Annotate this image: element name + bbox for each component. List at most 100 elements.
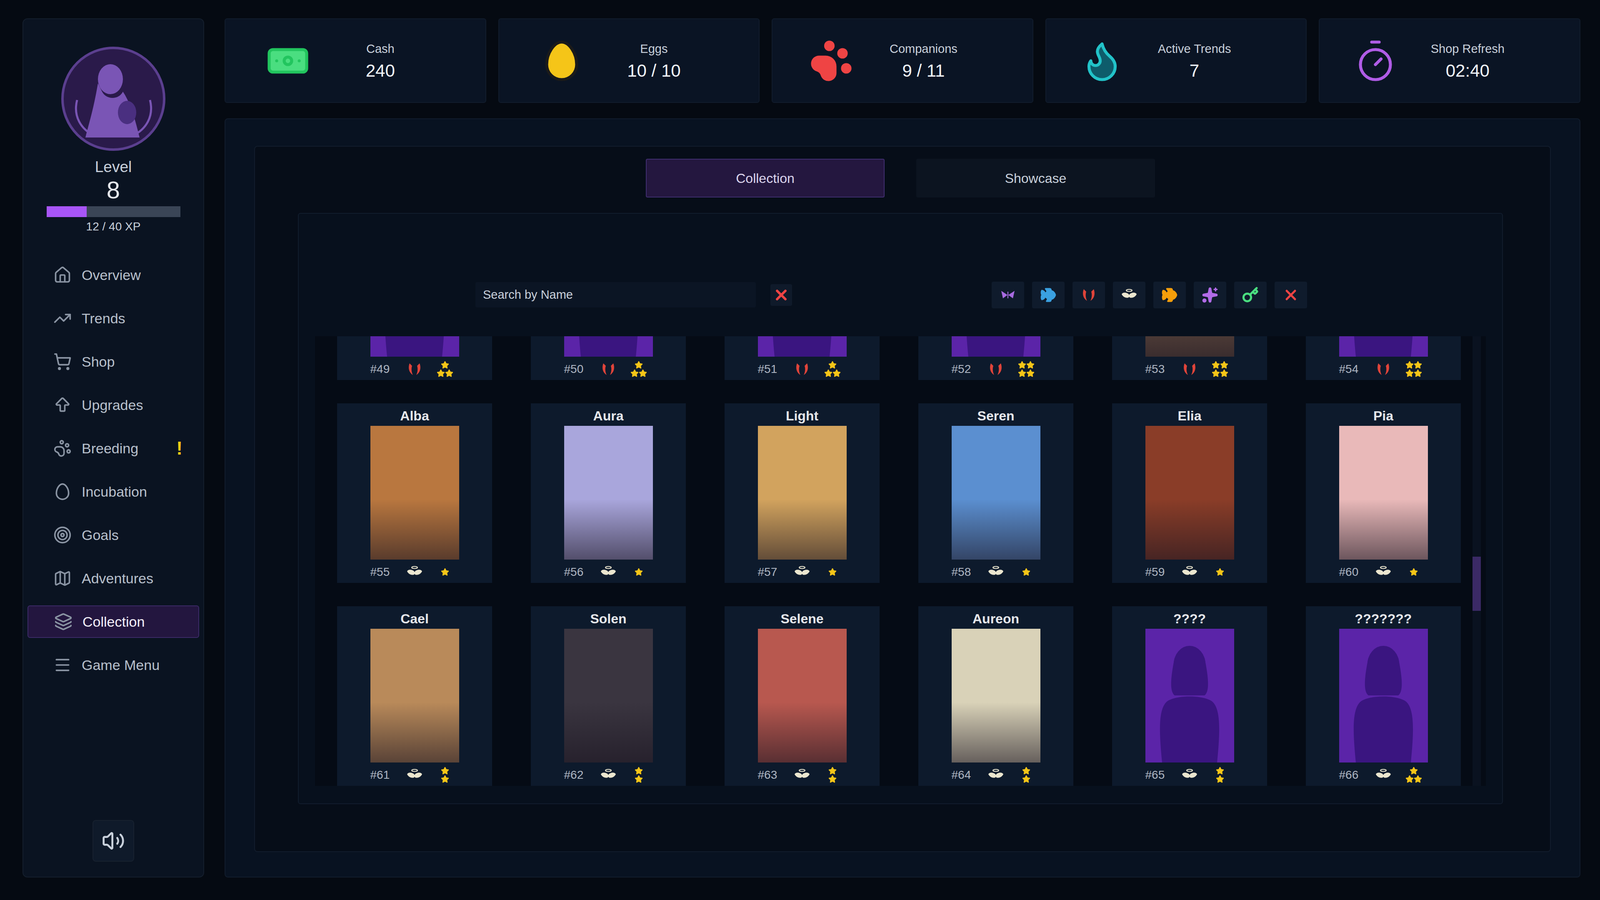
collection-card[interactable]: Aura#56 (530, 403, 686, 583)
tab-bar: Collection Showcase (297, 158, 1503, 198)
filter-bar (991, 281, 1308, 309)
search-clear-button[interactable] (770, 284, 793, 306)
collection-card[interactable]: Aureon#64 (918, 606, 1074, 786)
star-rating (1215, 567, 1225, 577)
sidebar-item[interactable]: Overview (27, 258, 200, 292)
filter-button[interactable] (1112, 281, 1146, 309)
star-rating (1405, 360, 1423, 378)
demon-icon (600, 360, 617, 378)
card-number: #51 (757, 360, 795, 378)
sidebar-item[interactable]: Incubation (27, 475, 200, 508)
star-rating (1405, 766, 1423, 784)
card-portrait (757, 425, 847, 560)
stat-card: Companions9 / 11 (771, 18, 1034, 103)
card-silhouette (1145, 628, 1235, 763)
card-number: #65 (1145, 766, 1182, 784)
silhouette-icon (951, 336, 1041, 357)
card-portrait (1339, 425, 1428, 560)
xp-reading: 12 / 40 XP (86, 219, 141, 234)
filter-button[interactable] (1153, 281, 1186, 309)
stat-icon (1079, 38, 1125, 84)
search-field[interactable]: Search by Name (475, 282, 756, 308)
filter-button[interactable] (991, 281, 1025, 309)
filter-button[interactable] (1274, 281, 1308, 309)
star-icon (1022, 567, 1031, 577)
collection-card[interactable]: Solen#62 (530, 606, 686, 786)
card-name: Alba (400, 407, 429, 425)
star-icon (1215, 775, 1225, 784)
star-icon (440, 360, 450, 370)
demon-icon (406, 360, 423, 378)
nav-icon (53, 655, 72, 675)
angel-icon (1120, 286, 1138, 304)
stat-label: Eggs (640, 40, 668, 58)
star-icon (634, 360, 643, 370)
filter-button[interactable] (1072, 281, 1105, 309)
collection-card[interactable]: #50 (530, 336, 686, 380)
collection-card[interactable]: #51 (724, 336, 880, 380)
collection-card[interactable]: Pia#60 (1305, 403, 1461, 583)
star-icon (1220, 360, 1229, 370)
scrollbar-thumb[interactable] (1472, 556, 1481, 611)
collection-card[interactable]: Elia#59 (1112, 403, 1268, 583)
collection-card[interactable]: Seren#58 (918, 403, 1074, 583)
fish-icon (1161, 286, 1178, 304)
collection-card[interactable]: #54 (1305, 336, 1461, 380)
collection-card[interactable]: Selene#63 (724, 606, 880, 786)
scrollbar[interactable] (1472, 336, 1481, 786)
collection-panel: Collection Showcase Search by Name #49 #50 #5… (254, 145, 1551, 853)
collection-card[interactable]: #49 (337, 336, 493, 380)
card-silhouette (370, 336, 460, 357)
collection-card[interactable]: #52 (918, 336, 1074, 380)
star-icon (1022, 775, 1031, 784)
card-number: #56 (564, 563, 601, 581)
angel-icon (1375, 766, 1392, 784)
sidebar-item[interactable]: Breeding! (27, 432, 200, 465)
stat-label: Cash (366, 40, 395, 58)
sidebar-item[interactable]: Shop (27, 345, 200, 378)
nav-icon (54, 612, 73, 631)
nav-icon (53, 525, 72, 545)
collection-card[interactable]: #53 (1112, 336, 1268, 380)
collection-card[interactable]: ????#65 (1112, 606, 1268, 786)
stat-card: Active Trends7 (1045, 18, 1308, 103)
sidebar-item[interactable]: Game Menu (27, 648, 200, 682)
stat-value: 240 (365, 60, 395, 82)
card-number: #53 (1145, 360, 1182, 378)
collection-card[interactable]: Cael#61 (337, 606, 493, 786)
card-portrait (1145, 336, 1235, 357)
card-row: #49 #50 #51 #52 #53 #54 (337, 336, 1461, 380)
filter-button[interactable] (1193, 281, 1227, 309)
sidebar-item[interactable]: Trends (27, 302, 200, 335)
tab[interactable]: Showcase (916, 158, 1155, 198)
nav-icon (53, 309, 72, 328)
card-number: #63 (757, 766, 795, 784)
star-icon (1026, 360, 1035, 370)
card-name: Light (785, 407, 819, 425)
filter-button[interactable] (1234, 281, 1267, 309)
angel-icon (793, 563, 811, 581)
star-icon (1220, 369, 1229, 378)
star-icon (1409, 766, 1418, 775)
sound-button[interactable] (92, 820, 135, 862)
collection-card[interactable]: Alba#55 (337, 403, 493, 583)
card-number: #58 (951, 563, 988, 581)
card-number: #64 (951, 766, 988, 784)
collection-card[interactable]: Light#57 (724, 403, 880, 583)
star-icon (440, 775, 450, 784)
xp-fill (46, 206, 87, 218)
star-rating (1215, 766, 1225, 784)
collection-card[interactable]: ???????#66 (1305, 606, 1461, 786)
filter-button[interactable] (1032, 281, 1065, 309)
sidebar-item[interactable]: Collection (27, 605, 200, 638)
sidebar-item[interactable]: Adventures (27, 562, 200, 595)
star-icon (638, 369, 648, 378)
sidebar-item[interactable]: Upgrades (27, 388, 200, 422)
sidebar-item[interactable]: Goals (27, 518, 200, 552)
speaker-icon (101, 829, 125, 853)
card-number: #59 (1145, 563, 1182, 581)
star-rating (1211, 360, 1229, 378)
tab[interactable]: Collection (645, 158, 885, 198)
star-icon (828, 775, 837, 784)
star-icon (440, 567, 450, 577)
